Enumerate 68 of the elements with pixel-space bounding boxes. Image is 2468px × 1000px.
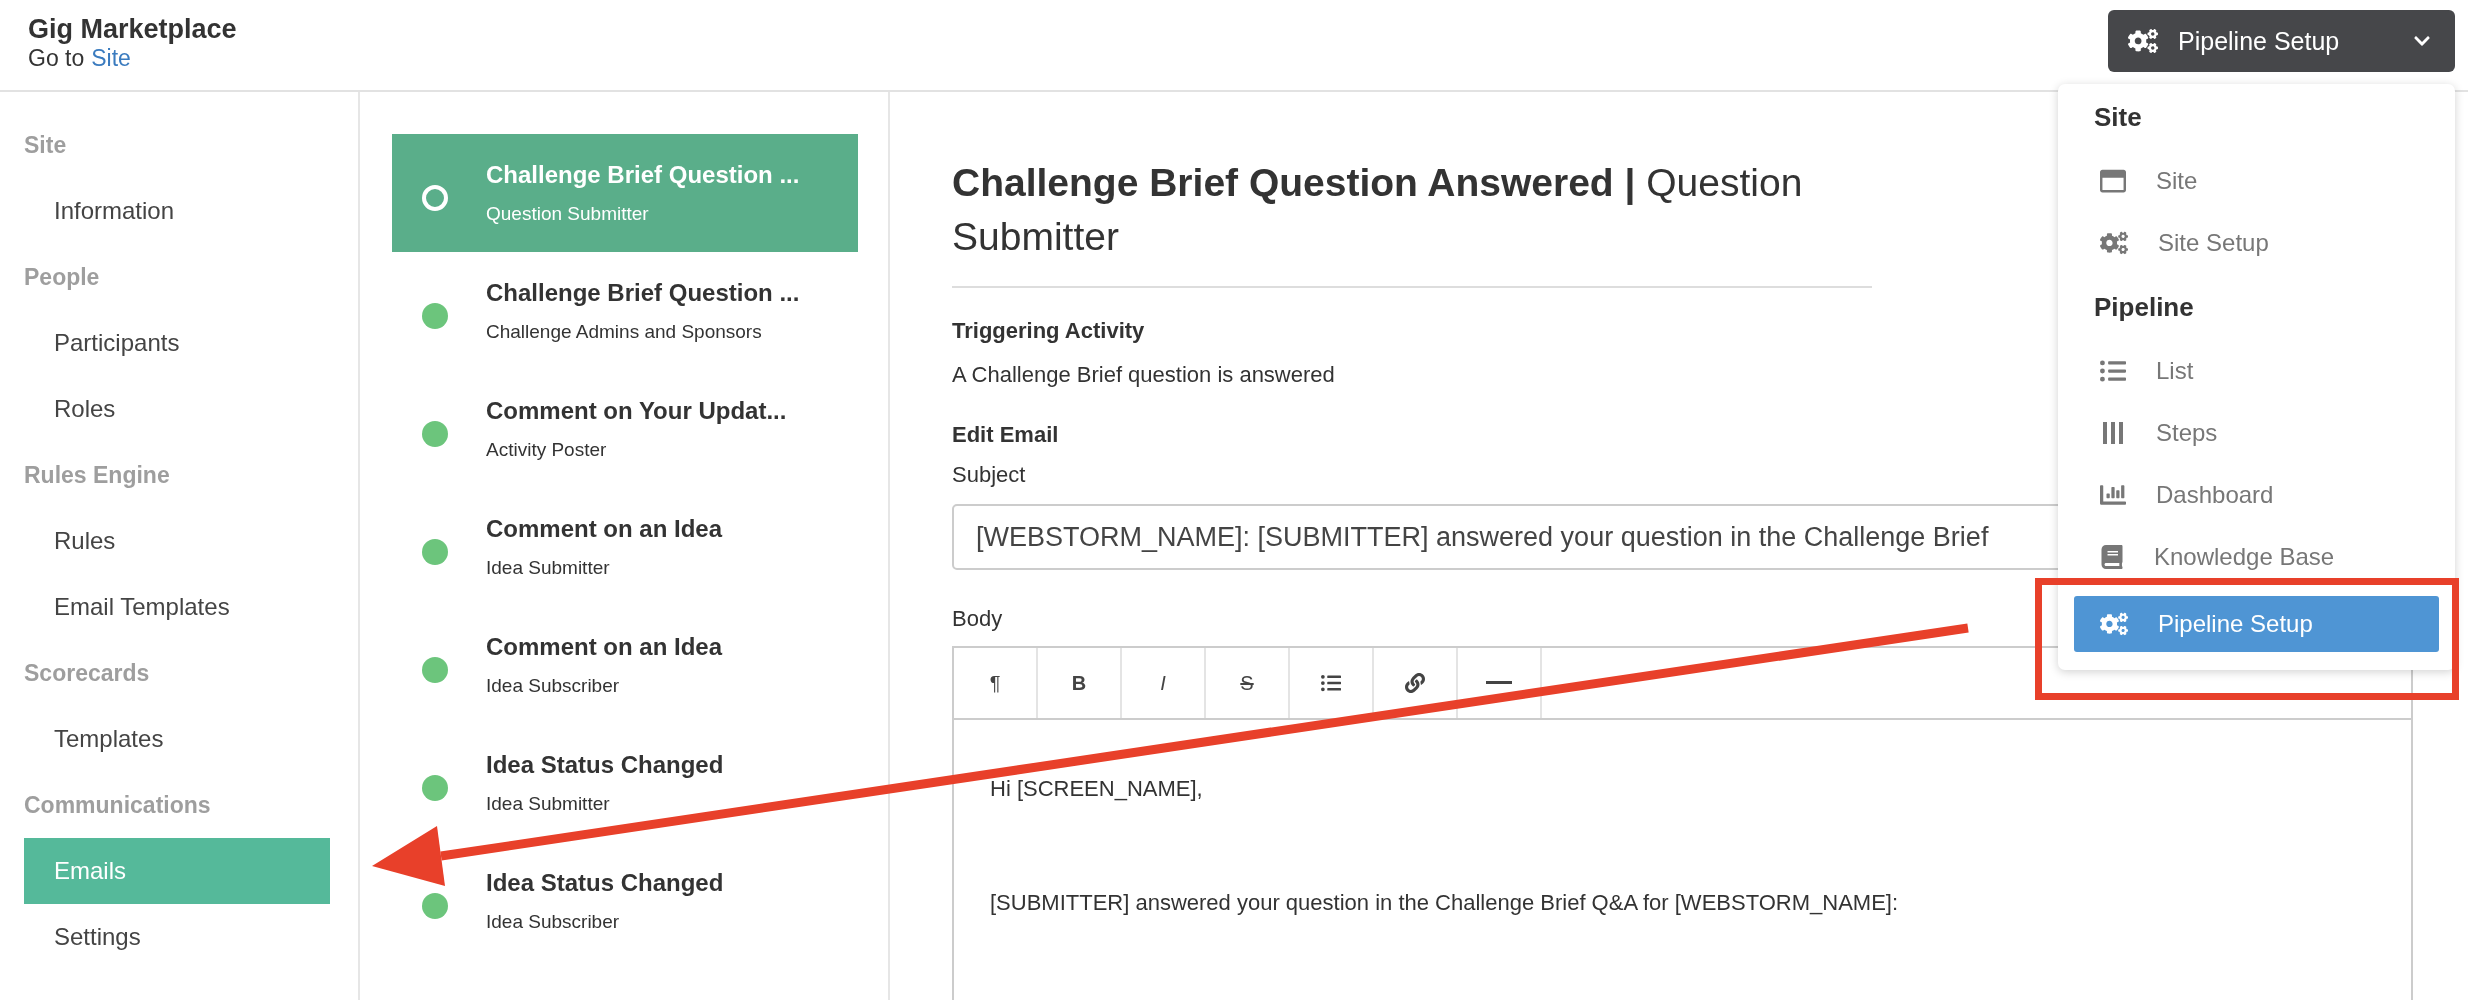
- status-dot: [422, 303, 448, 329]
- email-title: Challenge Brief Question ...: [486, 161, 800, 189]
- status-dot: [422, 539, 448, 565]
- sidebar-item[interactable]: Participants: [24, 310, 330, 376]
- settings-icon: [2100, 229, 2128, 257]
- body-text: Hi [SCREEN_NAME],: [990, 776, 1204, 802]
- email-recipient: Idea Subscriber: [486, 675, 621, 697]
- email-title: Idea Status Changed: [486, 751, 724, 779]
- columns-icon: [2100, 420, 2126, 446]
- email-title: Comment on Your Updat...: [486, 397, 787, 425]
- email-list-item[interactable]: Idea Status Changed Idea Subscriber: [392, 842, 858, 960]
- sidebar-group-label: People: [24, 263, 101, 292]
- email-title: Challenge Brief Question ...: [486, 279, 800, 307]
- email-recipient: Challenge Admins and Sponsors: [486, 321, 763, 343]
- email-title: Comment on an Idea: [486, 633, 723, 661]
- menu-heading: Site: [2093, 101, 2143, 134]
- settings-icon: [2128, 26, 2158, 56]
- email-recipient: Idea Submitter: [486, 793, 611, 815]
- email-heading: Challenge Brief Question Answered | Question Submitter: [952, 156, 1872, 288]
- email-recipient: Activity Poster: [486, 439, 608, 461]
- email-list-item[interactable]: Comment on an Idea Idea Subscriber: [392, 606, 858, 724]
- menu-heading: Pipeline: [2093, 291, 2195, 324]
- goto-label: Go to: [28, 45, 85, 72]
- sidebar-item[interactable]: Rules: [24, 508, 330, 574]
- status-dot: [422, 775, 448, 801]
- email-list-item[interactable]: Comment on an Idea Idea Submitter: [392, 488, 858, 606]
- email-list-item[interactable]: Challenge Brief Question ... Challenge Admins and Sponsors: [392, 252, 858, 370]
- pipeline-menu-button[interactable]: Pipeline Setup: [2108, 10, 2455, 72]
- menu-item[interactable]: List: [2074, 340, 2439, 402]
- list-icon: [2100, 358, 2126, 384]
- bar-chart-icon: [2100, 482, 2126, 508]
- subject-label: Subject: [952, 462, 1026, 488]
- book-icon: [2100, 545, 2124, 569]
- menu-item[interactable]: Steps: [2074, 402, 2439, 464]
- sidebar-item[interactable]: Information: [24, 178, 330, 244]
- link-icon: [1405, 673, 1425, 693]
- edit-email-label: Edit Email: [952, 422, 1059, 448]
- horizontal-rule-icon: [1486, 680, 1512, 686]
- settings-icon: [2100, 610, 2128, 638]
- sidebar-group-label: Rules Engine: [24, 461, 171, 490]
- email-title: Idea Status Changed: [486, 869, 724, 897]
- email-recipient: Question Submitter: [486, 203, 650, 225]
- body-label: Body: [952, 606, 1003, 632]
- status-dot: [422, 657, 448, 683]
- site-link[interactable]: Site: [91, 45, 131, 72]
- sidebar-item[interactable]: Roles: [24, 376, 330, 442]
- menu-item[interactable]: Site Setup: [2074, 212, 2439, 274]
- sidebar-group-label: Communications: [24, 791, 212, 820]
- menu-item[interactable]: Site: [2074, 150, 2439, 212]
- email-list-item[interactable]: Comment on Your Updat... Activity Poster: [392, 370, 858, 488]
- status-dot: [422, 185, 448, 211]
- sidebar-item[interactable]: Email Templates: [24, 574, 330, 640]
- email-recipient: Idea Subscriber: [486, 911, 621, 933]
- sidebar-item[interactable]: Templates: [24, 706, 330, 772]
- body-text: [SUBMITTER] answered your question in the Challenge Brief Q&A for [WEBSTORM_NAME]:: [990, 890, 1900, 916]
- sidebar-group-label: Scorecards: [24, 659, 151, 688]
- email-list-item[interactable]: Idea Status Changed Idea Submitter: [392, 724, 858, 842]
- app-title: Gig Marketplace: [28, 14, 237, 45]
- trigger-text: A Challenge Brief question is answered: [952, 362, 1335, 388]
- sidebar-item[interactable]: Settings: [24, 904, 330, 970]
- window-icon: [2100, 168, 2126, 194]
- trigger-label: Triggering Activity: [952, 318, 1145, 344]
- sidebar-group-label: Site: [24, 131, 68, 160]
- email-recipient: Idea Submitter: [486, 557, 611, 579]
- email-title: Comment on an Idea: [486, 515, 723, 543]
- status-dot: [422, 893, 448, 919]
- status-dot: [422, 421, 448, 447]
- list-icon: [1321, 673, 1341, 693]
